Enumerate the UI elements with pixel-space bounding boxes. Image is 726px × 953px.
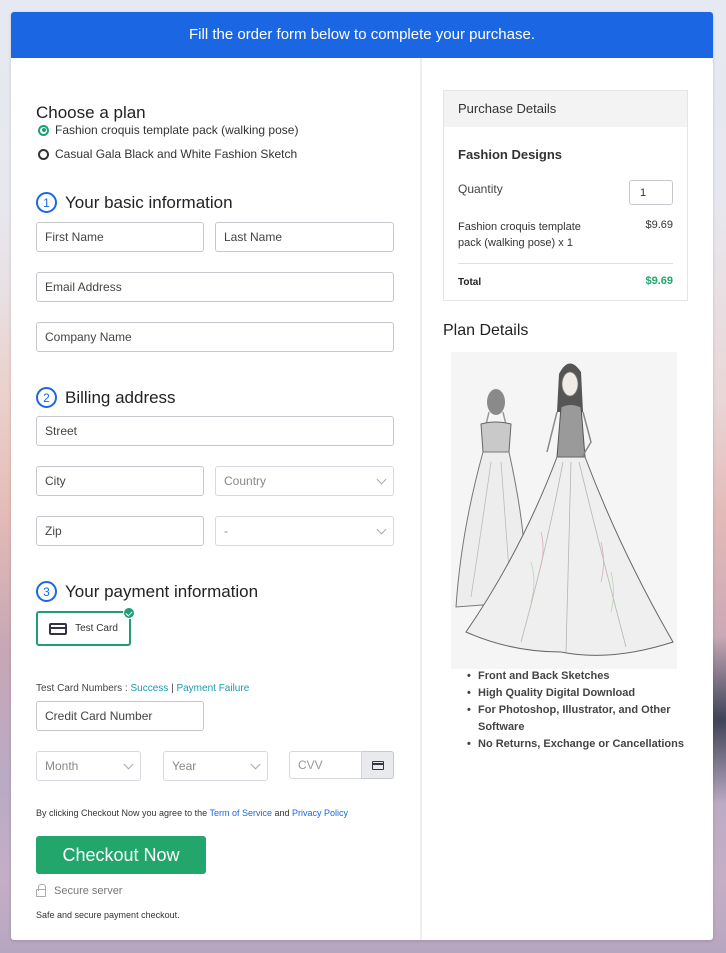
payment-method-test-card[interactable]: Test Card [36,607,135,646]
cvv-help-button[interactable] [361,751,394,779]
zip-input[interactable]: Zip [36,516,204,546]
step-title: Your payment information [65,581,259,601]
checkmark-icon [123,607,135,619]
step-number-icon: 2 [36,387,57,408]
purchase-details-panel: Purchase Details Fashion Designs Quantit… [443,90,688,301]
month-select-value: Month [45,759,79,773]
payment-method-label: Test Card [75,623,118,634]
line-item-price: $9.69 [645,219,673,231]
total-value: $9.69 [645,275,673,287]
step-billing-heading: 2 Billing address [36,387,176,408]
secure-server-label: Secure server [54,885,123,897]
email-input[interactable]: Email Address [36,272,394,302]
test-card-numbers: Test Card Numbers : Success | Payment Fa… [36,683,249,694]
company-input[interactable]: Company Name [36,322,394,352]
step-number-icon: 1 [36,192,57,213]
step-basic-info-heading: 1 Your basic information [36,192,233,213]
feature-item: Front and Back Sketches [467,668,687,685]
country-select-value: Country [224,474,267,488]
secure-server-note: Secure server [36,884,123,897]
order-form-card: Fill the order form below to complete yo… [11,12,713,940]
checkout-now-button[interactable]: Checkout Now [36,836,206,874]
radio-selected-icon[interactable] [38,124,49,136]
terms-of-service-link[interactable]: Term of Service [209,808,272,818]
chevron-down-icon [376,524,387,534]
plan-features-list: Front and Back Sketches High Quality Dig… [467,668,687,753]
quantity-input[interactable]: 1 [629,180,673,205]
step-payment-heading: 3 Your payment information [36,581,258,602]
step-title: Your basic information [65,192,233,212]
chevron-down-icon [123,759,134,769]
product-group-title: Fashion Designs [458,147,563,162]
street-input[interactable]: Street [36,416,394,446]
test-card-numbers-label: Test Card Numbers : [36,683,128,694]
agreement-and: and [274,808,290,818]
expiry-month-select[interactable]: Month [36,751,141,781]
step-number-icon: 3 [36,581,57,602]
plan-option-2[interactable]: Casual Gala Black and White Fashion Sket… [38,147,297,161]
product-image [451,352,677,669]
header-banner: Fill the order form below to complete yo… [11,12,713,58]
chevron-down-icon [376,474,387,484]
fashion-sketch-illustration [455,363,674,656]
terms-agreement: By clicking Checkout Now you agree to th… [36,808,348,818]
plan-option-label: Fashion croquis template pack (walking p… [55,123,299,137]
expiry-year-select[interactable]: Year [163,751,268,781]
lock-icon [36,884,46,897]
credit-card-icon [49,622,68,635]
plan-option-1[interactable]: Fashion croquis template pack (walking p… [38,123,298,137]
quantity-label: Quantity [458,182,503,196]
cvv-input[interactable]: CVV [289,751,362,779]
summary-column: Purchase Details Fashion Designs Quantit… [422,58,713,940]
purchase-details-header: Purchase Details [444,91,687,127]
chevron-down-icon [250,759,261,769]
privacy-policy-link[interactable]: Privacy Policy [292,808,348,818]
first-name-input[interactable]: First Name [36,222,204,252]
plan-option-label: Casual Gala Black and White Fashion Sket… [55,147,298,161]
credit-card-icon [371,760,384,770]
last-name-input[interactable]: Last Name [215,222,394,252]
line-item-description: Fashion croquis template pack (walking p… [458,221,581,249]
radio-unselected-icon[interactable] [38,148,49,160]
agreement-text: By clicking Checkout Now you agree to th… [36,808,208,818]
state-select-value: - [224,524,228,538]
summary-divider [458,263,673,264]
credit-card-number-input[interactable]: Credit Card Number [36,701,204,731]
choose-plan-heading: Choose a plan [36,103,146,122]
step-title: Billing address [65,387,176,407]
country-select[interactable]: Country [215,466,394,496]
feature-item: For Photoshop, Illustrator, and Other So… [467,702,687,736]
payment-failure-link[interactable]: Payment Failure [176,683,249,694]
success-link[interactable]: Success [130,683,168,694]
form-column: Choose a plan Fashion croquis template p… [11,58,420,940]
state-select[interactable]: - [215,516,394,546]
link-separator: | [171,683,174,694]
safe-checkout-note: Safe and secure payment checkout. [36,910,180,920]
year-select-value: Year [172,759,197,773]
total-label: Total [458,277,482,288]
city-input[interactable]: City [36,466,204,496]
feature-item: No Returns, Exchange or Cancellations [467,736,687,753]
plan-details-heading: Plan Details [443,322,529,339]
feature-item: High Quality Digital Download [467,685,687,702]
